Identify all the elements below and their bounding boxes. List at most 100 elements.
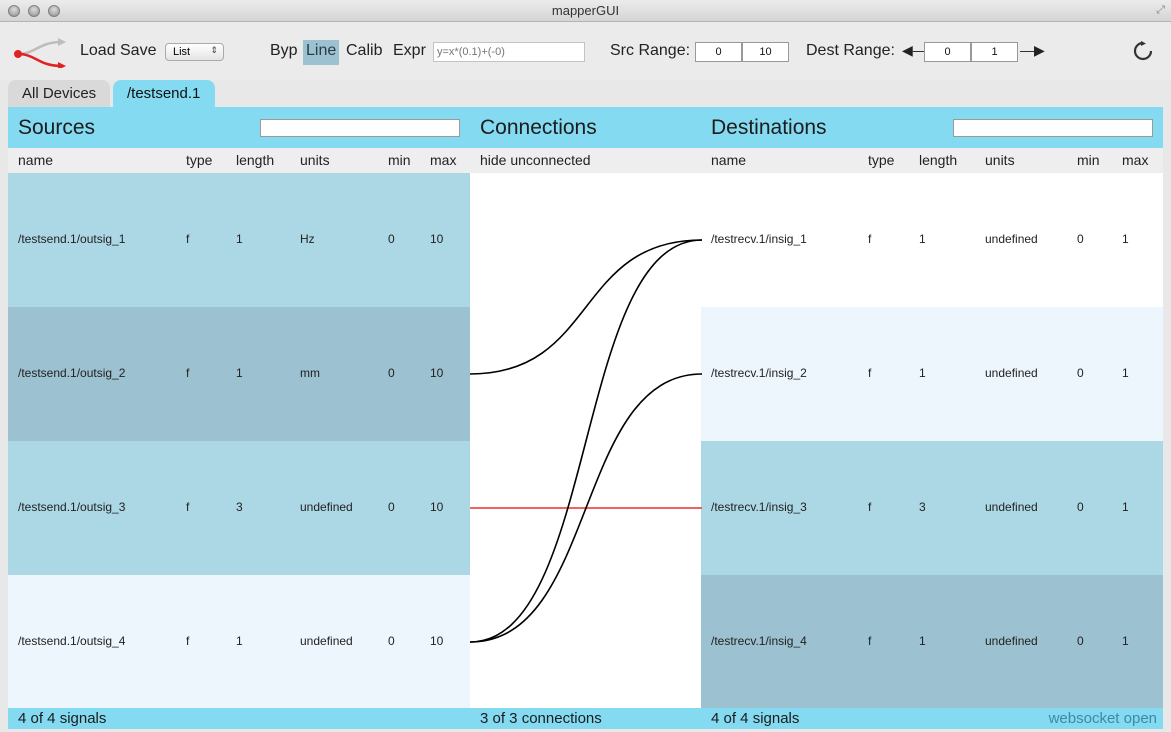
source-signal-row[interactable]: /testsend.1/outsig_1 f 1 Hz 0 10 bbox=[8, 173, 470, 307]
tab-testsend[interactable]: /testsend.1 bbox=[113, 80, 215, 107]
source-signal-type: f bbox=[186, 232, 190, 246]
src-range-min-input[interactable]: 0 bbox=[695, 42, 742, 62]
sources-title: Sources bbox=[18, 116, 96, 139]
tab-all-devices[interactable]: All Devices bbox=[8, 80, 110, 107]
source-signal-min: 0 bbox=[388, 500, 395, 514]
connections-count: 3 of 3 connections bbox=[480, 710, 602, 727]
select-arrows-icon: ⇕ bbox=[210, 45, 218, 55]
destination-signal-type: f bbox=[868, 232, 872, 246]
dst-col-min[interactable]: min bbox=[1077, 152, 1100, 168]
mapper-logo-icon bbox=[14, 38, 66, 68]
connections-canvas[interactable] bbox=[470, 173, 702, 709]
source-signal-max: 10 bbox=[430, 366, 444, 380]
src-col-units[interactable]: units bbox=[300, 152, 330, 168]
source-signal-units: undefined bbox=[300, 634, 353, 648]
connection-line[interactable] bbox=[470, 239, 702, 643]
destination-signal-length: 3 bbox=[919, 500, 926, 514]
destination-signal-length: 1 bbox=[919, 366, 926, 380]
source-signal-row[interactable]: /testsend.1/outsig_4 f 1 undefined 0 10 bbox=[8, 575, 470, 709]
source-signal-row[interactable]: /testsend.1/outsig_2 f 1 mm 0 10 bbox=[8, 307, 470, 441]
src-range-max-input[interactable]: 10 bbox=[742, 42, 789, 62]
dest-range-max-input[interactable]: 1 bbox=[971, 42, 1018, 62]
dst-col-length[interactable]: length bbox=[919, 152, 957, 168]
mode-byp-button[interactable]: Byp bbox=[267, 40, 301, 65]
source-signal-length: 3 bbox=[236, 500, 243, 514]
destination-signal-type: f bbox=[868, 634, 872, 648]
connection-line[interactable] bbox=[470, 239, 702, 375]
source-signal-units: Hz bbox=[300, 232, 315, 246]
connections-title: Connections bbox=[480, 116, 597, 139]
mode-calib-button[interactable]: Calib bbox=[343, 40, 385, 65]
destination-signal-row[interactable]: /testrecv.1/insig_4 f 1 undefined 0 1 bbox=[701, 575, 1163, 709]
view-mode-value: List bbox=[173, 46, 191, 58]
mode-line-button[interactable]: Line bbox=[303, 40, 340, 65]
source-signal-type: f bbox=[186, 500, 190, 514]
source-signal-max: 10 bbox=[430, 500, 444, 514]
source-signal-units: mm bbox=[300, 366, 320, 380]
source-signal-name: /testsend.1/outsig_4 bbox=[18, 634, 126, 648]
source-signal-max: 10 bbox=[430, 232, 444, 246]
source-signal-units: undefined bbox=[300, 500, 353, 514]
src-range-label: Src Range: bbox=[610, 42, 691, 59]
column-header-row: name type length units min max hide unco… bbox=[8, 148, 1163, 173]
mode-expr-button[interactable]: Expr bbox=[390, 40, 429, 65]
hide-unconnected-button[interactable]: hide unconnected bbox=[480, 152, 591, 168]
destination-signal-max: 1 bbox=[1122, 232, 1129, 246]
source-signal-name: /testsend.1/outsig_2 bbox=[18, 366, 126, 380]
main-panel: Sources Connections Destinations name ty… bbox=[8, 107, 1163, 729]
dest-range-min-input[interactable]: 0 bbox=[924, 42, 971, 62]
refresh-icon[interactable] bbox=[1132, 40, 1154, 62]
src-col-type[interactable]: type bbox=[186, 152, 212, 168]
save-button[interactable]: Save bbox=[120, 42, 156, 60]
destination-signal-units: undefined bbox=[985, 500, 1038, 514]
dest-range-right-arrow-icon[interactable]: —▶ bbox=[1020, 42, 1045, 59]
source-signal-name: /testsend.1/outsig_1 bbox=[18, 232, 126, 246]
source-signal-length: 1 bbox=[236, 366, 243, 380]
websocket-status: websocket open bbox=[1048, 710, 1157, 727]
source-signal-row[interactable]: /testsend.1/outsig_3 f 3 undefined 0 10 bbox=[8, 441, 470, 575]
window-title: mapperGUI bbox=[551, 3, 620, 18]
source-signal-length: 1 bbox=[236, 634, 243, 648]
destinations-count: 4 of 4 signals bbox=[711, 710, 800, 727]
title-bar: mapperGUI ⤢ bbox=[0, 0, 1171, 22]
destination-signal-name: /testrecv.1/insig_1 bbox=[711, 232, 807, 246]
destination-signal-max: 1 bbox=[1122, 500, 1129, 514]
destination-signal-row[interactable]: /testrecv.1/insig_3 f 3 undefined 0 1 bbox=[701, 441, 1163, 575]
destination-signal-length: 1 bbox=[919, 232, 926, 246]
source-signal-min: 0 bbox=[388, 232, 395, 246]
load-button[interactable]: Load bbox=[80, 42, 116, 60]
destination-signal-name: /testrecv.1/insig_4 bbox=[711, 634, 807, 648]
view-mode-select[interactable]: List ⇕ bbox=[165, 43, 224, 61]
sources-filter-input[interactable] bbox=[260, 119, 460, 137]
expression-input[interactable] bbox=[433, 42, 585, 62]
destination-signal-type: f bbox=[868, 500, 872, 514]
destination-signal-max: 1 bbox=[1122, 634, 1129, 648]
destination-signal-type: f bbox=[868, 366, 872, 380]
destination-signal-name: /testrecv.1/insig_2 bbox=[711, 366, 807, 380]
destination-signal-length: 1 bbox=[919, 634, 926, 648]
src-col-length[interactable]: length bbox=[236, 152, 274, 168]
dst-col-max[interactable]: max bbox=[1122, 152, 1148, 168]
fullscreen-icon[interactable]: ⤢ bbox=[1156, 4, 1165, 17]
src-col-max[interactable]: max bbox=[430, 152, 456, 168]
destination-signal-min: 0 bbox=[1077, 232, 1084, 246]
destination-signal-row[interactable]: /testrecv.1/insig_1 f 1 undefined 0 1 bbox=[701, 173, 1163, 307]
dest-range-label: Dest Range: bbox=[806, 42, 895, 59]
src-col-min[interactable]: min bbox=[388, 152, 411, 168]
destination-signal-units: undefined bbox=[985, 366, 1038, 380]
destination-signal-units: undefined bbox=[985, 232, 1038, 246]
section-header-bar: Sources Connections Destinations bbox=[8, 107, 1163, 148]
src-col-name[interactable]: name bbox=[18, 152, 53, 168]
destination-signal-row[interactable]: /testrecv.1/insig_2 f 1 undefined 0 1 bbox=[701, 307, 1163, 441]
source-signal-name: /testsend.1/outsig_3 bbox=[18, 500, 126, 514]
destinations-filter-input[interactable] bbox=[953, 119, 1153, 137]
source-signal-min: 0 bbox=[388, 634, 395, 648]
destination-signal-min: 0 bbox=[1077, 366, 1084, 380]
source-signal-min: 0 bbox=[388, 366, 395, 380]
source-signal-length: 1 bbox=[236, 232, 243, 246]
dst-col-type[interactable]: type bbox=[868, 152, 894, 168]
dst-col-units[interactable]: units bbox=[985, 152, 1015, 168]
destinations-title: Destinations bbox=[711, 116, 827, 139]
dst-col-name[interactable]: name bbox=[711, 152, 746, 168]
destination-signal-max: 1 bbox=[1122, 366, 1129, 380]
